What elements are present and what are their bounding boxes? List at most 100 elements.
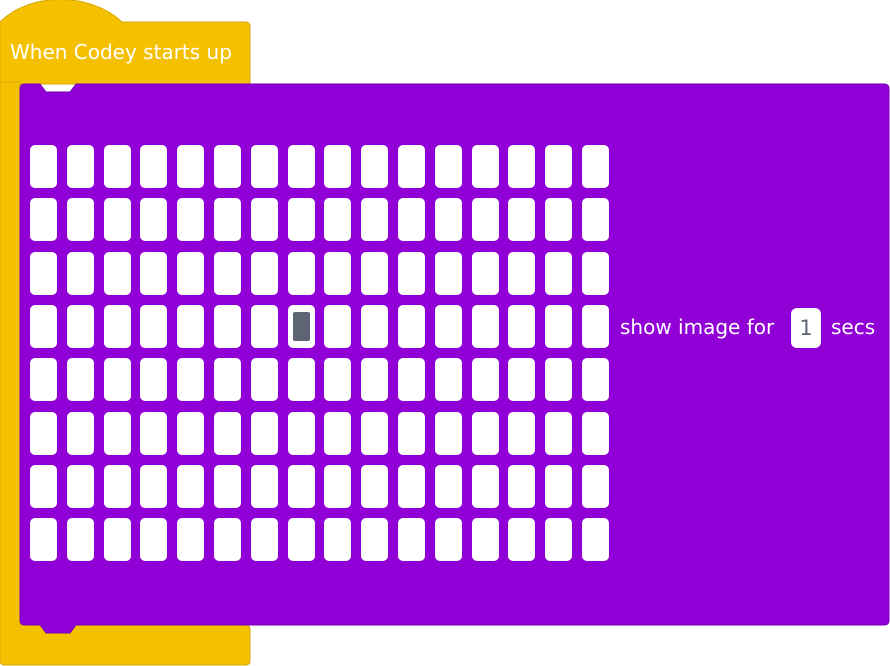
led-cell[interactable] (545, 518, 572, 561)
led-cell[interactable] (545, 358, 572, 401)
led-cell[interactable] (30, 198, 57, 241)
led-cell[interactable] (508, 518, 535, 561)
led-cell[interactable] (288, 252, 315, 295)
led-cell[interactable] (104, 305, 131, 348)
led-cell[interactable] (472, 412, 499, 455)
led-cell[interactable] (435, 305, 462, 348)
led-cell[interactable] (214, 465, 241, 508)
led-cell[interactable] (472, 518, 499, 561)
led-cell[interactable] (508, 465, 535, 508)
led-cell[interactable] (288, 518, 315, 561)
led-cell[interactable] (251, 412, 278, 455)
led-cell[interactable] (104, 252, 131, 295)
led-cell[interactable] (545, 145, 572, 188)
led-cell[interactable] (251, 252, 278, 295)
led-cell[interactable] (30, 305, 57, 348)
led-cell[interactable] (177, 518, 204, 561)
led-cell[interactable] (140, 198, 167, 241)
led-cell[interactable] (140, 145, 167, 188)
led-cell[interactable] (508, 145, 535, 188)
led-cell[interactable] (214, 412, 241, 455)
led-cell[interactable] (214, 145, 241, 188)
led-cell[interactable] (67, 145, 94, 188)
led-cell[interactable] (582, 198, 609, 241)
led-cell[interactable] (508, 305, 535, 348)
led-cell[interactable] (177, 465, 204, 508)
led-cell[interactable] (30, 252, 57, 295)
led-cell[interactable] (288, 465, 315, 508)
led-cell[interactable] (214, 198, 241, 241)
led-cell[interactable] (251, 305, 278, 348)
led-cell[interactable] (251, 465, 278, 508)
led-cell[interactable] (398, 465, 425, 508)
led-cell[interactable] (104, 465, 131, 508)
led-cell[interactable] (398, 305, 425, 348)
led-cell[interactable] (545, 465, 572, 508)
led-cell[interactable] (324, 305, 351, 348)
led-cell[interactable] (324, 412, 351, 455)
led-cell[interactable] (214, 358, 241, 401)
led-cell[interactable] (545, 252, 572, 295)
led-cell[interactable] (435, 358, 462, 401)
led-cell[interactable] (177, 412, 204, 455)
led-cell[interactable] (324, 518, 351, 561)
led-cell[interactable] (140, 305, 167, 348)
led-cell[interactable] (582, 145, 609, 188)
led-cell[interactable] (30, 358, 57, 401)
led-cell[interactable] (30, 412, 57, 455)
led-cell[interactable] (177, 305, 204, 348)
led-cell[interactable] (508, 198, 535, 241)
led-cell[interactable] (398, 252, 425, 295)
led-cell[interactable] (177, 198, 204, 241)
led-cell[interactable] (177, 145, 204, 188)
led-cell[interactable] (398, 358, 425, 401)
led-cell[interactable] (30, 465, 57, 508)
led-cell[interactable] (324, 198, 351, 241)
led-cell[interactable] (435, 252, 462, 295)
led-cell[interactable] (288, 198, 315, 241)
led-cell[interactable] (324, 252, 351, 295)
led-cell[interactable] (472, 252, 499, 295)
led-cell[interactable] (472, 358, 499, 401)
led-cell[interactable] (214, 518, 241, 561)
led-cell[interactable] (435, 412, 462, 455)
led-cell[interactable] (251, 518, 278, 561)
led-cell[interactable] (104, 518, 131, 561)
led-cell[interactable] (361, 465, 388, 508)
led-cell[interactable] (435, 145, 462, 188)
led-matrix-editor[interactable] (30, 145, 610, 565)
led-cell[interactable] (67, 518, 94, 561)
led-cell[interactable] (251, 198, 278, 241)
led-cell[interactable] (582, 305, 609, 348)
led-cell[interactable] (508, 358, 535, 401)
led-cell[interactable] (582, 465, 609, 508)
led-cell[interactable] (104, 412, 131, 455)
led-cell[interactable] (67, 465, 94, 508)
led-cell[interactable] (140, 465, 167, 508)
led-cell[interactable] (104, 198, 131, 241)
led-cell[interactable] (288, 145, 315, 188)
led-cell[interactable] (251, 145, 278, 188)
led-cell[interactable] (398, 145, 425, 188)
led-cell[interactable] (214, 305, 241, 348)
led-cell[interactable] (582, 358, 609, 401)
led-cell[interactable] (361, 145, 388, 188)
led-cell[interactable] (508, 252, 535, 295)
led-cell[interactable] (472, 198, 499, 241)
led-cell[interactable] (398, 198, 425, 241)
led-cell[interactable] (361, 198, 388, 241)
led-cell[interactable] (361, 252, 388, 295)
led-cell[interactable] (398, 412, 425, 455)
led-cell[interactable] (472, 465, 499, 508)
led-cell[interactable] (288, 412, 315, 455)
led-cell[interactable] (398, 518, 425, 561)
led-cell[interactable] (140, 412, 167, 455)
led-cell[interactable] (177, 358, 204, 401)
led-cell[interactable] (67, 412, 94, 455)
led-cell[interactable] (214, 252, 241, 295)
led-cell[interactable] (288, 305, 315, 348)
led-cell[interactable] (67, 252, 94, 295)
led-cell[interactable] (251, 358, 278, 401)
led-cell[interactable] (508, 412, 535, 455)
led-cell[interactable] (30, 518, 57, 561)
